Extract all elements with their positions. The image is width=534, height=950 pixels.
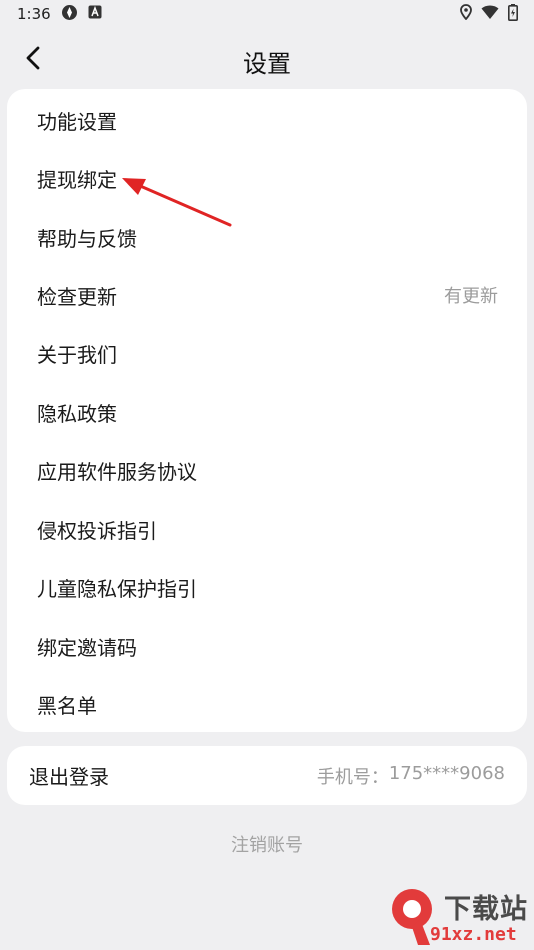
menu-item-about-us[interactable]: 关于我们 bbox=[7, 324, 527, 382]
menu-item-privacy-policy[interactable]: 隐私政策 bbox=[7, 383, 527, 441]
watermark-url: 91xz.net bbox=[430, 924, 517, 945]
phone-info: 手机号： 175****9068 bbox=[317, 763, 505, 789]
wifi-icon bbox=[481, 5, 499, 24]
menu-item-label: 关于我们 bbox=[37, 342, 117, 367]
battery-icon bbox=[508, 3, 518, 25]
location-icon bbox=[460, 4, 472, 24]
status-left: 1:36 bbox=[17, 4, 102, 25]
menu-item-child-privacy-guide[interactable]: 儿童隐私保护指引 bbox=[7, 558, 527, 616]
status-right bbox=[460, 3, 518, 25]
a-notification-icon bbox=[88, 5, 102, 23]
phone-number: 175****9068 bbox=[388, 762, 505, 784]
menu-item-label: 侵权投诉指引 bbox=[37, 518, 157, 543]
nav-bar: 设置 bbox=[0, 34, 534, 84]
watermark: 下载站 91xz.net bbox=[386, 883, 534, 950]
menu-item-label: 绑定邀请码 bbox=[37, 635, 137, 660]
menu-item-service-agreement[interactable]: 应用软件服务协议 bbox=[7, 441, 527, 499]
menu-item-infringement-guide[interactable]: 侵权投诉指引 bbox=[7, 500, 527, 558]
menu-item-label: 帮助与反馈 bbox=[37, 226, 137, 251]
menu-item-label: 应用软件服务协议 bbox=[37, 459, 197, 484]
cancel-account-link[interactable]: 注销账号 bbox=[0, 831, 534, 857]
menu-item-label: 隐私政策 bbox=[37, 401, 117, 426]
menu-item-invite-code[interactable]: 绑定邀请码 bbox=[7, 617, 527, 675]
menu-item-label: 儿童隐私保护指引 bbox=[37, 576, 197, 601]
menu-item-label: 检查更新 bbox=[37, 284, 117, 309]
menu-item-feature-settings[interactable]: 功能设置 bbox=[7, 91, 527, 149]
status-bar: 1:36 bbox=[0, 0, 534, 28]
settings-list-card: 功能设置 提现绑定 帮助与反馈 检查更新 有更新 关于我们 隐私政策 应用软件服… bbox=[7, 89, 527, 732]
app-notification-icon bbox=[61, 4, 78, 25]
menu-item-label: 功能设置 bbox=[37, 109, 117, 134]
menu-item-help-feedback[interactable]: 帮助与反馈 bbox=[7, 208, 527, 266]
menu-item-label: 提现绑定 bbox=[37, 167, 117, 192]
menu-item-check-update[interactable]: 检查更新 有更新 bbox=[7, 266, 527, 324]
account-card: 退出登录 手机号： 175****9068 bbox=[7, 746, 527, 805]
status-time: 1:36 bbox=[17, 5, 51, 23]
menu-item-blacklist[interactable]: 黑名单 bbox=[7, 675, 527, 733]
watermark-brand: 下载站 bbox=[444, 894, 528, 925]
logout-button[interactable]: 退出登录 手机号： 175****9068 bbox=[7, 746, 527, 805]
menu-item-label: 黑名单 bbox=[37, 693, 97, 718]
page-title: 设置 bbox=[243, 50, 291, 78]
phone-label: 手机号： bbox=[316, 766, 389, 788]
update-status: 有更新 bbox=[444, 286, 498, 307]
logout-label: 退出登录 bbox=[29, 765, 109, 789]
menu-item-withdraw-binding[interactable]: 提现绑定 bbox=[7, 149, 527, 207]
